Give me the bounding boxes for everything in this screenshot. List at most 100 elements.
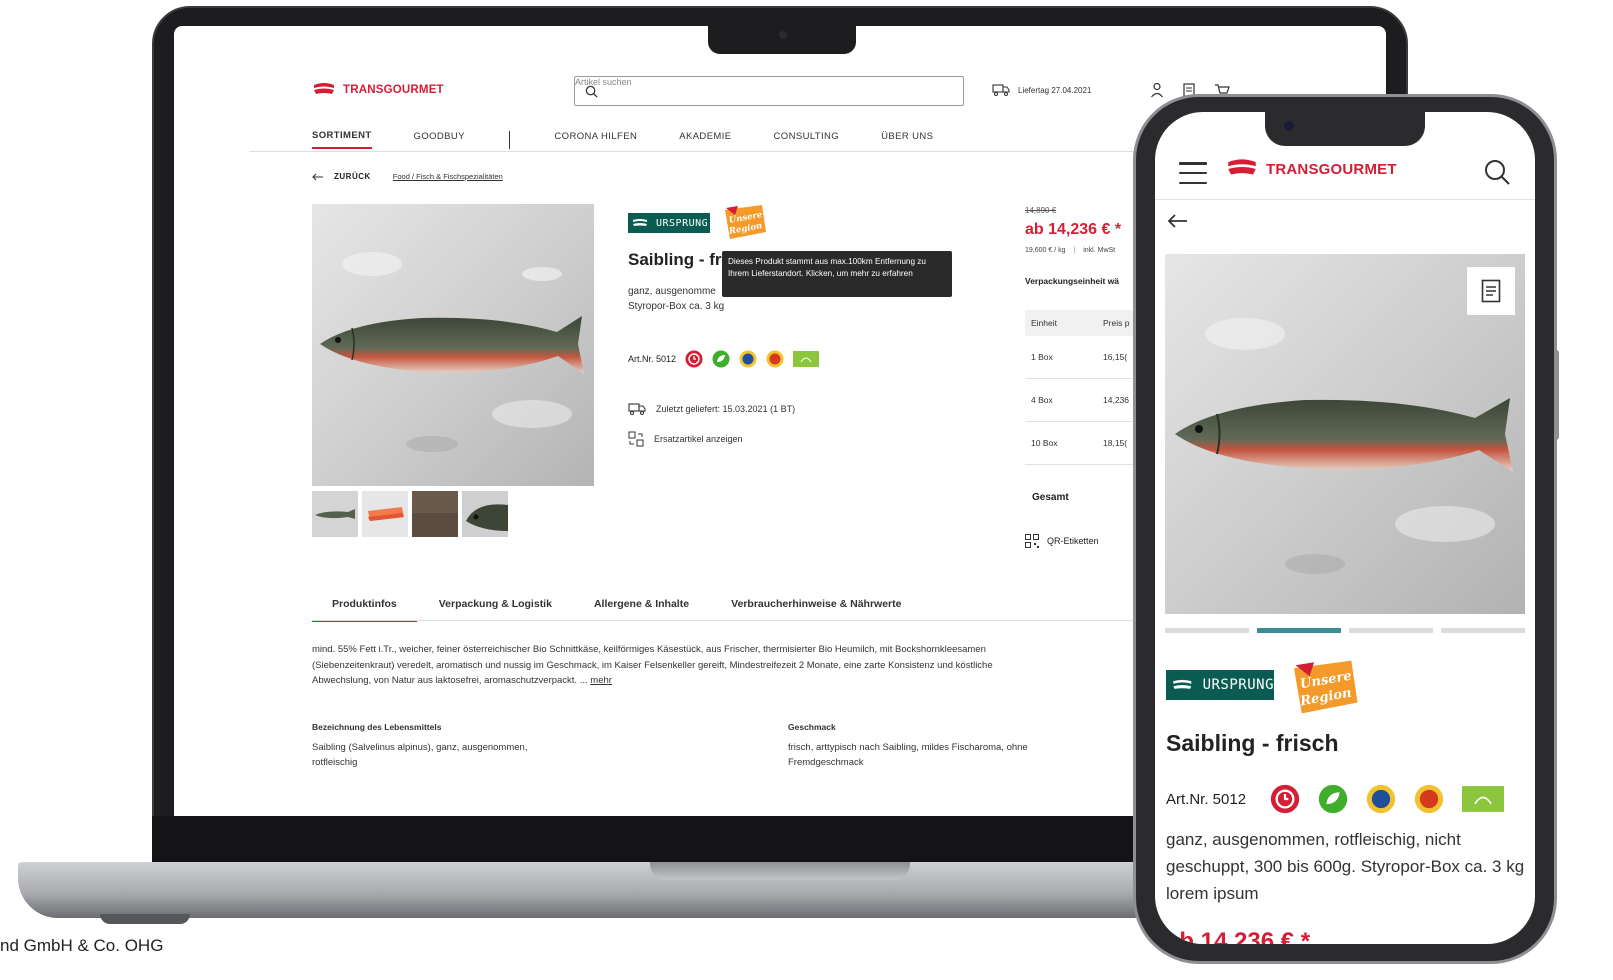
ursprung-logo-icon [633,219,647,226]
carousel-dot[interactable] [1441,628,1525,633]
substitute-link[interactable]: Ersatzartikel anzeigen [628,431,743,447]
food-name-label: Bezeichnung des Lebensmittels [312,722,442,732]
unsere-region-badge[interactable]: Unsere Region [722,202,768,242]
carousel-dot-active[interactable] [1257,628,1341,633]
product-tabs: Produktinfos Verpackung & Logistik Aller… [312,596,923,622]
leaf-cert-icon[interactable] [1318,784,1348,814]
nav-item-akademie[interactable]: AKADEMIE [679,131,731,148]
food-name-value: Saibling (Salvelinus alpinus), ganz, aus… [312,741,528,769]
search-icon[interactable] [1483,158,1511,186]
price-cell: 18,15( [1103,438,1128,448]
vat-note: inkl. MwSt [1083,247,1116,254]
last-delivered: Zuletzt geliefert: 15.03.2021 (1 BT) [628,403,795,415]
unit-cell: 10 Box [1031,438,1058,448]
last-delivered-label: Zuletzt geliefert: 15.03.2021 (1 BT) [656,404,796,414]
more-link[interactable]: mehr [590,675,612,686]
arrow-left-icon[interactable] [312,173,324,181]
substitute-label: Ersatzartikel anzeigen [654,434,743,444]
tab-verpackung-logistik[interactable]: Verpackung & Logistik [419,596,572,622]
truck-icon [628,403,646,415]
table-row[interactable]: 10 Box 18,15( [1025,422,1145,465]
qr-code-icon [1025,534,1039,548]
tab-produktinfos[interactable]: Produktinfos [312,596,417,622]
breadcrumb[interactable]: Food / Fisch & Fischspezialitäten [393,172,503,181]
tab-allergene-inhalte[interactable]: Allergene & Inhalte [574,596,709,622]
product-description: ganz, ausgenomme Styropor-Box ca. 3 kg [628,284,724,314]
nav-item-goodbuy[interactable]: GOODBUY [414,131,465,148]
article-number-row: Art.Nr. 5012 [628,350,820,368]
camera-icon [1284,121,1294,131]
article-number: Art.Nr. 5012 [628,354,677,364]
price-divider: | [1073,247,1076,254]
table-header: Einheit Preis p [1025,310,1145,336]
brand-name: TRANSGOURMET [1266,160,1397,178]
qr-labels-link[interactable]: QR-Etiketten [1025,534,1099,548]
brand-logo[interactable]: TRANSGOURMET [1225,158,1397,180]
product-info-body: mind. 55% Fett i.Tr., weicher, feiner ös… [312,644,993,686]
brand-logo[interactable]: TRANSGOURMET [312,82,444,98]
nav-item-corona-hilfen[interactable]: CORONA HILFEN [554,131,637,148]
pgi-seal-icon[interactable] [1366,784,1396,814]
unsere-region-badge[interactable]: Unsere Region [1289,656,1361,718]
food-name-field: Bezeichnung des Lebensmittels Saibling (… [312,720,572,771]
eu-organic-icon[interactable] [1462,786,1505,812]
qr-labels-label: QR-Etiketten [1047,536,1099,546]
thumbnail[interactable] [362,491,408,537]
ursprung-badge[interactable]: URSPRUNG [1166,670,1274,700]
clock-cert-icon[interactable] [1270,784,1300,814]
product-image[interactable] [312,204,594,486]
back-row: ZURÜCK Food / Fisch & Fischspezialitäten [312,172,503,181]
brand-name: TRANSGOURMET [343,84,444,96]
product-info-text: mind. 55% Fett i.Tr., weicher, feiner ös… [312,642,1012,689]
tab-verbraucherhinweise[interactable]: Verbraucherhinweise & Nährwerte [711,596,921,622]
pgi-seal-icon[interactable] [739,350,757,368]
thumbnail[interactable] [312,491,358,537]
unit-price-row: 19,600 € / kg | inkl. MwSt [1025,247,1145,254]
eu-organic-icon[interactable] [793,351,820,367]
hamburger-menu-icon[interactable] [1179,162,1207,184]
product-description-line2: Styropor-Box ca. 3 kg [628,301,725,312]
search-input[interactable]: Artikel suchen [574,76,964,106]
column-header-unit: Einheit [1031,318,1057,328]
laptop-trackpad-notch [650,862,910,880]
table-row[interactable]: 1 Box 16,15( [1025,336,1145,379]
nav-item-sortiment[interactable]: SORTIMENT [312,130,372,149]
thumbnail[interactable] [412,491,458,537]
carousel-dot[interactable] [1165,628,1249,633]
pdo-seal-icon[interactable] [766,350,784,368]
laptop-foot [100,914,190,924]
back-button[interactable]: ZURÜCK [334,172,371,181]
unit-price: 19,600 € / kg [1025,247,1066,254]
unit-cell: 4 Box [1031,395,1053,405]
delivery-label: Liefertag 27.04.2021 [1018,85,1092,95]
pdo-seal-icon[interactable] [1414,784,1444,814]
carousel-dot[interactable] [1349,628,1433,633]
datasheet-button[interactable] [1466,266,1516,316]
packaging-unit-table: Einheit Preis p 1 Box 16,15( 4 Box 14,23… [1025,310,1145,465]
thumbnail[interactable] [462,491,508,537]
price-cell: 14,236 [1103,395,1129,405]
user-icon[interactable] [1150,82,1164,98]
packaging-unit-title: Verpackungseinheit wä [1025,276,1120,286]
arrow-left-icon[interactable] [1167,214,1189,228]
leaf-cert-icon[interactable] [712,350,730,368]
taste-label: Geschmack [788,722,836,732]
camera-icon [779,31,787,39]
footer-caption: nd GmbH & Co. OHG [0,936,164,955]
clock-cert-icon[interactable] [685,350,703,368]
nav-item-consulting[interactable]: CONSULTING [774,131,840,148]
nav-divider [508,130,511,149]
price-cell: 16,15( [1103,352,1128,362]
table-row[interactable]: 4 Box 14,236 [1025,379,1145,422]
price-panel: 14,890 € ab 14,236 € * 19,600 € / kg | i… [1025,206,1145,286]
brand-logo-icon [1228,159,1256,175]
document-icon [1481,279,1501,303]
main-nav: SORTIMENT GOODBUY CORONA HILFEN AKADEMIE… [312,130,975,149]
product-description: ganz, ausgenommen, rotfleischig, nicht g… [1166,830,1525,903]
article-number: Art.Nr. 5012 [1166,790,1247,808]
delivery-date[interactable]: Liefertag 27.04.2021 [992,84,1091,96]
ursprung-badge[interactable]: URSPRUNG [628,213,710,233]
old-price: 14,890 € [1025,206,1057,215]
nav-item-ueber-uns[interactable]: ÜBER UNS [881,131,933,148]
total-label: Gesamt [1032,492,1069,503]
